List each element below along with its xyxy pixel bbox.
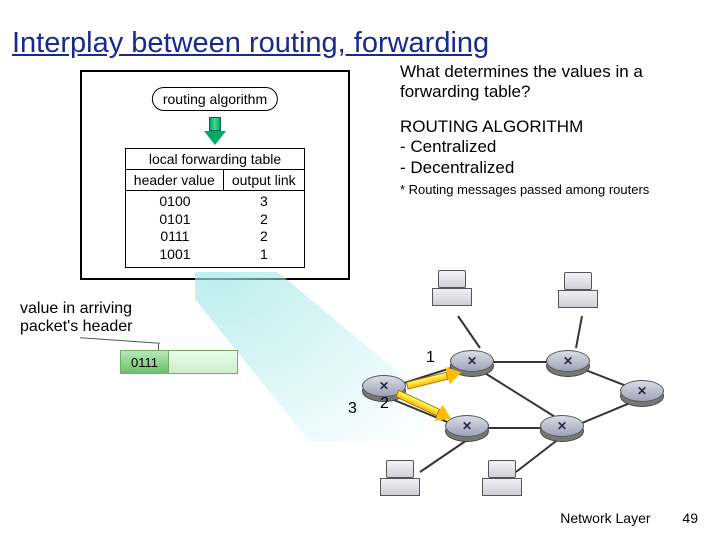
leader-line [80,337,160,344]
table-cell: 2 [260,211,268,229]
table-cell: 0101 [159,211,190,229]
explanatory-text: What determines the values in a forwardi… [400,62,700,198]
algorithm-heading: ROUTING ALGORITHM [400,117,700,137]
table-cell: 3 [260,193,268,211]
port-label-3: 3 [348,400,357,418]
forwarding-table: local forwarding table header value outp… [125,148,305,268]
computer-icon [480,460,524,500]
bullet-centralized: - Centralized [400,137,700,157]
computer-icon [556,272,600,312]
table-cell: 1001 [159,246,190,264]
forwarding-table-caption: local forwarding table [126,149,304,170]
bullet-decentralized: - Decentralized [400,158,700,178]
table-cell: 0111 [160,228,189,246]
question-text: What determines the values in a forwardi… [400,62,700,103]
router-icon [546,350,590,372]
routing-note: * Routing messages passed among routers [400,182,700,198]
router-icon [540,415,584,437]
routing-algorithm-label: routing algorithm [152,87,278,111]
router-icon [620,380,664,402]
computer-icon [430,270,474,310]
col-header-output-link: output link [224,170,304,190]
output-arrow-icon [405,363,464,394]
router-icon [445,415,489,437]
arrow-down-icon [207,117,223,145]
table-cell: 2 [260,228,268,246]
packet-header-value: 0111 [121,351,169,373]
slide-title: Interplay between routing, forwarding [12,27,489,60]
col-header-header-value: header value [126,170,224,190]
packet-arrival-label: value in arriving packet's header [20,300,132,337]
slide-footer: Network Layer 49 [560,510,698,526]
computer-icon [378,460,422,500]
table-cell: 1 [260,246,268,264]
routing-overview-box: routing algorithm local forwarding table… [80,70,350,280]
port-label-1: 1 [426,349,435,367]
table-cell: 0100 [159,193,190,211]
footer-section: Network Layer [560,510,650,526]
port-label-2: 2 [380,395,389,413]
incoming-packet: 0111 [120,350,238,374]
page-number: 49 [682,510,698,526]
